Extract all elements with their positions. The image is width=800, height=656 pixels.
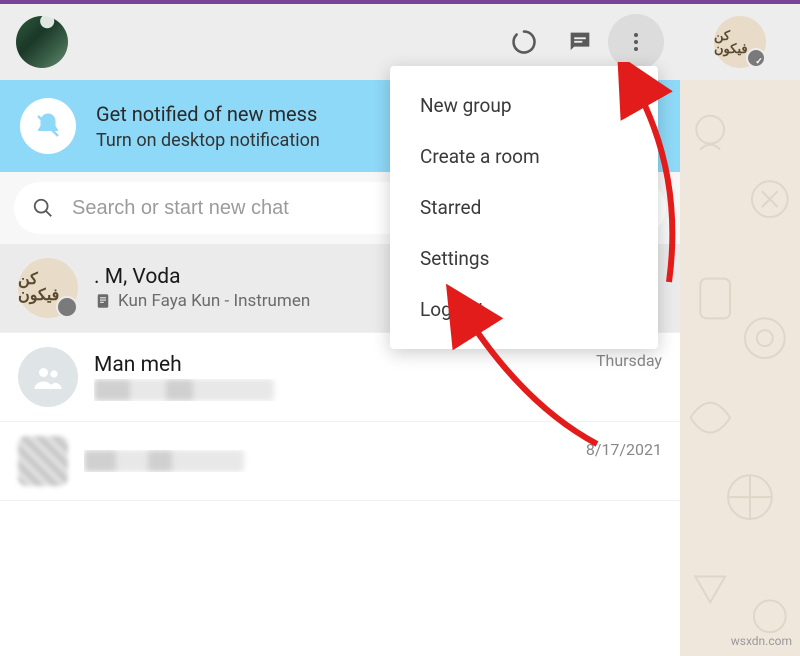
- search-icon: [32, 197, 54, 219]
- chat-time: 8/17/2021: [586, 440, 662, 459]
- options-menu: New group Create a room Starred Settings…: [390, 66, 658, 349]
- menu-create-room[interactable]: Create a room: [390, 131, 658, 182]
- chat-name: Man meh: [94, 353, 580, 377]
- chat-preview: [94, 379, 580, 401]
- menu-button[interactable]: [608, 14, 664, 70]
- side-profile-avatar[interactable]: كن فيكون ✓: [714, 16, 766, 68]
- menu-settings[interactable]: Settings: [390, 233, 658, 284]
- notification-title: Get notified of new mess: [96, 102, 320, 126]
- status-icon[interactable]: [496, 14, 552, 70]
- watermark: wsxdn.com: [731, 634, 792, 648]
- new-chat-icon[interactable]: [552, 14, 608, 70]
- profile-avatar[interactable]: [16, 16, 68, 68]
- document-icon: [94, 292, 112, 310]
- menu-starred[interactable]: Starred: [390, 182, 658, 233]
- menu-new-group[interactable]: New group: [390, 80, 658, 131]
- chat-preview: [84, 450, 570, 472]
- notification-subtitle: Turn on desktop notification: [96, 130, 320, 151]
- chat-avatar: كن فيكون: [18, 258, 78, 318]
- chat-time: Thursday: [596, 351, 662, 370]
- chat-avatar: [18, 436, 68, 486]
- bell-icon: [20, 98, 76, 154]
- background-doodle: [680, 80, 800, 656]
- side-panel: كن فيكون ✓: [680, 4, 800, 656]
- chat-item[interactable]: 8/17/2021: [0, 422, 680, 501]
- chat-avatar: [18, 347, 78, 407]
- menu-logout[interactable]: Log out: [390, 284, 658, 335]
